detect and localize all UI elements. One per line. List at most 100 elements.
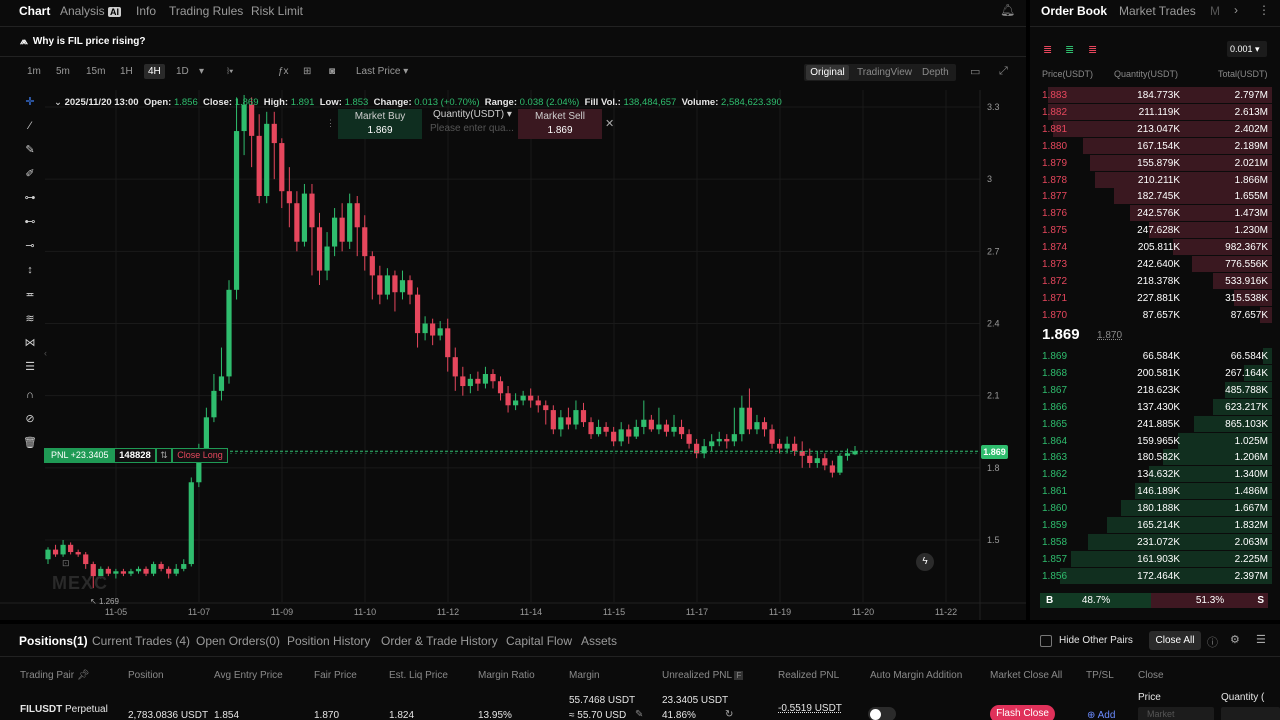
candle-body <box>528 395 534 401</box>
tab-position-history[interactable]: Position History <box>287 634 370 648</box>
bid-row[interactable]: 1.869 66.584K 66.584K <box>1036 348 1272 365</box>
ob-quantity: 241.885K <box>1137 418 1180 430</box>
ask-row[interactable]: 1.870 87.657K 87.657K <box>1036 306 1272 324</box>
ob-price: 1.878 <box>1042 174 1068 186</box>
fee-icon[interactable]: F <box>734 671 744 680</box>
candle-body <box>422 323 428 334</box>
ob-price: 1.870 <box>1042 309 1068 321</box>
margin-approx: ≈ 55.70 USD <box>569 710 627 720</box>
bid-row[interactable]: 1.857 161.903K 2.225M <box>1036 550 1272 568</box>
tab-order-trade-history[interactable]: Order & Trade History <box>381 634 498 648</box>
candle-body <box>776 443 783 449</box>
quantity-field[interactable]: Quantity(USDT) ▾ Please enter qua... <box>426 109 514 139</box>
bid-row[interactable]: 1.859 165.214K 1.832M <box>1036 517 1272 534</box>
volume-value: 2,584,623.390 <box>721 97 782 108</box>
ask-row[interactable]: 1.875 247.628K 1.230M <box>1036 222 1272 239</box>
bid-row[interactable]: 1.866 137.430K 623.217K <box>1036 398 1272 416</box>
ob-price: 1.872 <box>1042 275 1068 287</box>
tab-more-icon[interactable]: ⋮ <box>1258 3 1270 17</box>
ask-row[interactable]: 1.873 242.640K 776.556K <box>1036 256 1272 273</box>
add-tpsl-button[interactable]: ⊕ Add <box>1087 710 1115 720</box>
open-label: Open: <box>143 97 172 108</box>
pin-icon[interactable]: 📌︎ <box>77 670 90 681</box>
pair-name[interactable]: FILUSDT Perpetual <box>20 704 108 715</box>
candle-body <box>143 568 149 574</box>
ask-row[interactable]: 1.883 184.773K 2.797M <box>1036 87 1272 104</box>
bid-row[interactable]: 1.867 218.623K 485.788K <box>1036 381 1272 399</box>
flash-icon[interactable]: ϟ <box>916 553 934 571</box>
ob-quantity: 87.657K <box>1142 309 1180 321</box>
bid-row[interactable]: 1.865 241.885K 865.103K <box>1036 415 1272 433</box>
close-icon[interactable]: ✕ <box>605 117 614 130</box>
ob-quantity: 218.623K <box>1137 384 1180 396</box>
info-icon[interactable]: ⓘ <box>1207 634 1218 650</box>
ob-price: 1.866 <box>1042 401 1068 413</box>
share-pnl-icon[interactable]: ↻ <box>725 709 733 720</box>
hide-other-pairs-label[interactable]: Hide Other Pairs <box>1059 635 1133 646</box>
chart-settings-icon[interactable]: ⊡ <box>62 558 70 569</box>
flash-close-button[interactable]: Flash Close <box>990 705 1055 720</box>
ask-row[interactable]: 1.881 213.047K 2.402M <box>1036 120 1272 138</box>
tab-scroll-right-icon[interactable]: › <box>1234 3 1238 17</box>
settings-icon[interactable]: ⚙︎ <box>1230 633 1240 646</box>
ob-quantity: 155.879K <box>1137 157 1180 169</box>
ask-row[interactable]: 1.871 227.881K 315.538K <box>1036 289 1272 307</box>
market-trades-tab[interactable]: Market Trades <box>1119 4 1196 18</box>
close-long-button[interactable]: Close Long <box>172 448 228 463</box>
tab-open-orders[interactable]: Open Orders(0) <box>196 634 280 648</box>
candle-body <box>686 434 692 444</box>
price-chart[interactable]: 3.3 3 2.7 2.4 2.1 1.8 1.5 11-05 11-07 11-09 11-10 1… <box>0 0 1026 620</box>
bid-row[interactable]: 1.861 146.189K 1.486M <box>1036 483 1272 500</box>
tab-capital-flow[interactable]: Capital Flow <box>506 634 572 648</box>
orderbook-tab[interactable]: Order Book <box>1041 4 1107 18</box>
pair-type: Perpetual <box>65 704 108 715</box>
auto-margin-toggle[interactable] <box>868 707 896 720</box>
bid-row[interactable]: 1.864 159.965K 1.025M <box>1036 432 1272 450</box>
view-bids-icon[interactable]: ≣ <box>1065 43 1074 56</box>
ask-row[interactable]: 1.879 155.879K 2.021M <box>1036 154 1272 172</box>
bid-row[interactable]: 1.862 134.632K 1.340M <box>1036 466 1272 483</box>
market-sell-button[interactable]: Market Sell 1.869 <box>518 109 602 139</box>
candle-body <box>294 203 300 242</box>
bid-row[interactable]: 1.856 172.464K 2.397M <box>1036 567 1272 585</box>
edit-margin-icon[interactable]: ✎ <box>635 709 643 720</box>
ob-price: 1.857 <box>1042 553 1068 565</box>
bid-row[interactable]: 1.863 180.582K 1.206M <box>1036 449 1272 466</box>
ask-row[interactable]: 1.882 211.119K 2.613M <box>1036 103 1272 121</box>
view-both-icon[interactable]: ≣ <box>1043 43 1052 56</box>
candle-body <box>829 465 835 473</box>
hide-other-pairs-checkbox[interactable] <box>1040 635 1052 647</box>
change-label: Change: <box>373 97 412 108</box>
candle-body <box>520 395 526 401</box>
ob-price: 1.861 <box>1042 486 1068 498</box>
view-asks-icon[interactable]: ≣ <box>1088 43 1097 56</box>
reverse-icon[interactable]: ⇅ <box>156 448 172 463</box>
ask-row[interactable]: 1.880 167.154K 2.189M <box>1036 137 1272 155</box>
ob-quantity: 182.745K <box>1137 191 1180 203</box>
ask-row[interactable]: 1.874 205.811K 982.367K <box>1036 239 1272 256</box>
bid-row[interactable]: 1.868 200.581K 267.164K <box>1036 364 1272 382</box>
tab-current-trades[interactable]: Current Trades (4) <box>92 634 190 648</box>
ask-row[interactable]: 1.876 242.576K 1.473M <box>1036 205 1272 222</box>
ob-price: 1.883 <box>1042 90 1068 101</box>
ask-row[interactable]: 1.872 218.378K 533.916K <box>1036 272 1272 290</box>
ask-row[interactable]: 1.877 182.745K 1.655M <box>1036 188 1272 205</box>
market-buy-button[interactable]: Market Buy 1.869 <box>338 109 422 139</box>
tab-positions[interactable]: Positions(1) <box>19 634 88 648</box>
market-buy-price: 1.869 <box>367 125 393 136</box>
bid-row[interactable]: 1.858 231.072K 2.063M <box>1036 533 1272 551</box>
collapse-arrow-icon[interactable]: ⌄ <box>54 97 62 108</box>
x-tick-label: 11-12 <box>437 607 459 617</box>
close-price-input[interactable]: Market <box>1138 707 1214 720</box>
ob-quantity: 146.189K <box>1137 486 1180 498</box>
menu-icon[interactable]: ☰ <box>1256 633 1266 646</box>
ob-total: 267.164K <box>1225 367 1268 379</box>
precision-select[interactable]: 0.001 ▾ <box>1227 41 1267 57</box>
ask-row[interactable]: 1.878 210.211K 1.866M <box>1036 171 1272 189</box>
close-all-button[interactable]: Close All <box>1149 631 1201 650</box>
candle-body <box>543 405 549 411</box>
close-qty-input[interactable] <box>1221 707 1280 720</box>
more-tab[interactable]: M <box>1210 4 1220 18</box>
tab-assets[interactable]: Assets <box>581 634 617 648</box>
bid-row[interactable]: 1.860 180.188K 1.667M <box>1036 500 1272 517</box>
